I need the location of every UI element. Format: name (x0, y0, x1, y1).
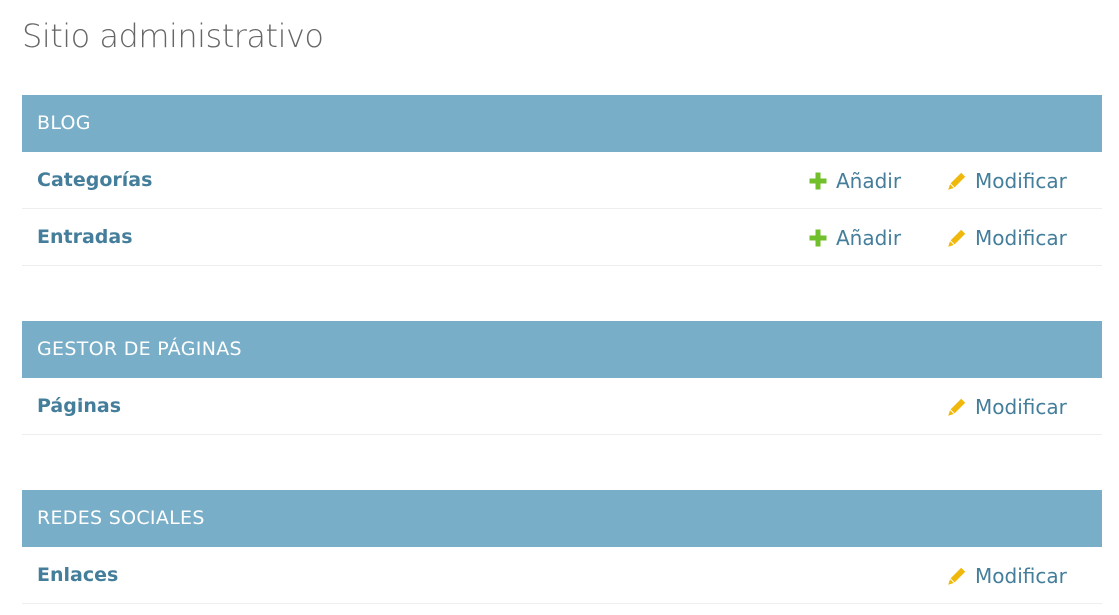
add-button-entradas[interactable]: Añadir (808, 209, 901, 266)
add-label: Añadir (836, 225, 902, 250)
add-label: Añadir (836, 168, 902, 193)
change-button-enlaces[interactable]: Modificar (947, 547, 1067, 604)
module-header-gestor-de-paginas[interactable]: GESTOR DE PÁGINAS (22, 321, 1102, 378)
model-link-paginas[interactable]: Páginas (37, 378, 121, 435)
model-link-categorias[interactable]: Categorías (37, 152, 152, 209)
change-button-entradas[interactable]: Modificar (947, 209, 1067, 266)
module-header-redes-sociales[interactable]: REDES SOCIALES (22, 490, 1102, 547)
plus-icon (808, 171, 828, 191)
plus-icon (808, 228, 828, 248)
pencil-icon (947, 566, 967, 586)
module-blog: BLOG Categorías Añadir Modificar Entrada… (22, 95, 1102, 266)
change-button-paginas[interactable]: Modificar (947, 378, 1067, 435)
pencil-icon (947, 171, 967, 191)
pencil-icon (947, 397, 967, 417)
model-link-enlaces[interactable]: Enlaces (37, 547, 118, 604)
module-header-blog[interactable]: BLOG (22, 95, 1102, 152)
change-label: Modificar (975, 225, 1067, 250)
add-button-categorias[interactable]: Añadir (808, 152, 901, 209)
change-label: Modificar (975, 168, 1067, 193)
change-label: Modificar (975, 563, 1067, 588)
page-title: Sitio administrativo (22, 17, 324, 55)
change-button-categorias[interactable]: Modificar (947, 152, 1067, 209)
model-row-enlaces: Enlaces Modificar (22, 547, 1102, 604)
model-link-entradas[interactable]: Entradas (37, 209, 133, 266)
model-row-entradas: Entradas Añadir Modificar (22, 209, 1102, 266)
model-row-categorias: Categorías Añadir Modificar (22, 152, 1102, 209)
model-row-paginas: Páginas Modificar (22, 378, 1102, 435)
module-gestor-de-paginas: GESTOR DE PÁGINAS Páginas Modificar (22, 321, 1102, 435)
change-label: Modificar (975, 394, 1067, 419)
module-redes-sociales: REDES SOCIALES Enlaces Modificar (22, 490, 1102, 604)
pencil-icon (947, 228, 967, 248)
